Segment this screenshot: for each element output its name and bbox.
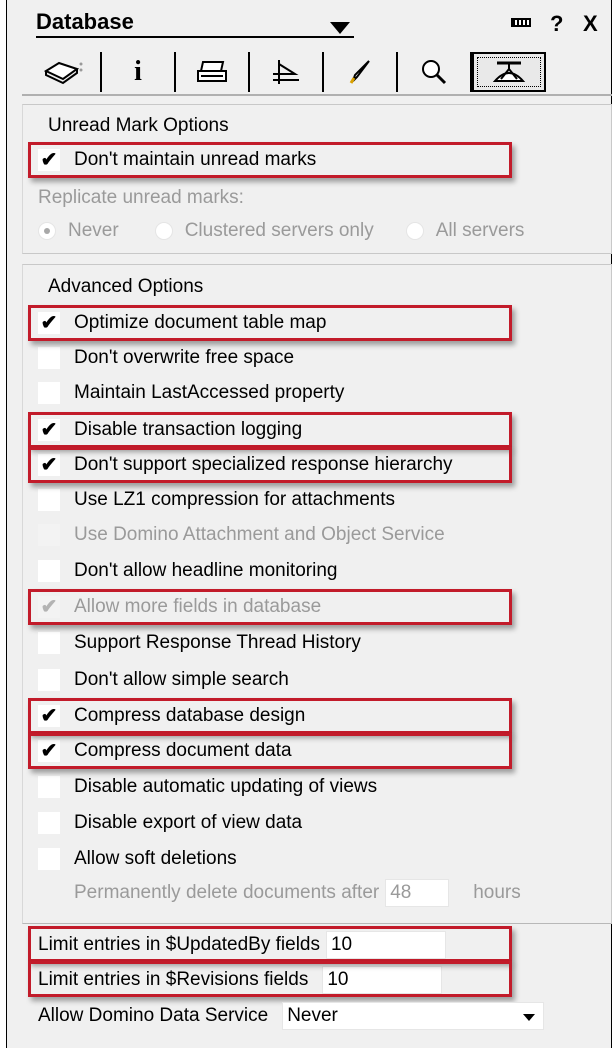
disable-view-updating-checkbox[interactable]: Disable automatic updating of views — [38, 774, 377, 800]
highlight-box — [28, 305, 512, 341]
response-thread-history-checkbox[interactable]: Support Response Thread History — [38, 630, 361, 656]
menu-bar-icon[interactable] — [511, 18, 531, 27]
replicate-unread-label: Replicate unread marks: — [38, 187, 244, 208]
highlight-box — [28, 698, 512, 734]
checkbox-unchecked[interactable] — [38, 848, 60, 870]
disable-view-export-checkbox[interactable]: Disable export of view data — [38, 810, 302, 836]
soft-delete-duration-row: Permanently delete documents after 48 ho… — [74, 879, 521, 907]
radio-all-servers[interactable] — [405, 222, 424, 240]
magnifier-icon — [422, 60, 447, 85]
radio-clustered[interactable] — [154, 222, 173, 240]
checkbox-unchecked[interactable] — [38, 560, 60, 582]
close-button[interactable]: X — [583, 12, 598, 36]
headline-monitoring-checkbox[interactable]: Don't allow headline monitoring — [38, 558, 337, 584]
soft-delete-prefix: Permanently delete documents after — [74, 882, 380, 903]
chevron-down-icon — [523, 1014, 536, 1021]
highlight-box — [28, 926, 512, 962]
title-bar: Database ? X — [22, 0, 612, 44]
lz1-compression-checkbox[interactable]: Use LZ1 compression for attachments — [38, 487, 395, 513]
highlight-box — [28, 733, 512, 769]
checkbox-unchecked[interactable] — [38, 776, 60, 798]
highlight-box — [28, 961, 512, 997]
checkbox-unchecked[interactable] — [38, 489, 60, 511]
highlight-box — [28, 412, 512, 448]
tab-strip: i — [22, 52, 610, 94]
highlight-box — [28, 589, 512, 625]
tab-full-text[interactable] — [398, 52, 472, 92]
tab-launch[interactable] — [324, 52, 398, 92]
highlight-box — [28, 142, 512, 178]
printer-icon — [197, 61, 227, 82]
dont-overwrite-free-space-checkbox[interactable]: Don't overwrite free space — [38, 345, 294, 371]
advanced-section-title: Advanced Options — [48, 276, 204, 297]
help-button[interactable]: ? — [550, 12, 563, 36]
soft-delete-suffix: hours — [473, 882, 521, 903]
domino-data-service-row: Allow Domino Data Service Never — [38, 1002, 545, 1030]
tab-divider — [22, 94, 612, 96]
radio-selected-dot — [44, 228, 50, 234]
checkbox-unchecked[interactable] — [38, 669, 60, 691]
dropdown-arrow-icon — [330, 22, 350, 34]
soft-delete-hours-field[interactable]: 48 — [385, 879, 450, 907]
unread-section-title: Unread Mark Options — [48, 115, 229, 136]
highlight-box — [28, 447, 512, 483]
panel-title: Database — [36, 9, 134, 34]
tab-print[interactable] — [176, 52, 250, 92]
maintain-last-accessed-checkbox[interactable]: Maintain LastAccessed property — [38, 380, 344, 406]
database-icon — [43, 61, 83, 85]
section-dropdown[interactable]: Database — [36, 8, 354, 38]
replicate-radio-group: Never Clustered servers only All servers — [38, 220, 524, 242]
design-icon — [273, 60, 299, 84]
domino-data-service-select[interactable]: Never — [282, 1002, 545, 1030]
radio-never[interactable] — [38, 222, 56, 240]
checkbox-unchecked[interactable] — [38, 347, 60, 369]
tab-design[interactable] — [250, 52, 324, 92]
rocket-icon — [349, 60, 370, 84]
tab-basics[interactable] — [28, 52, 102, 92]
domino-data-service-label: Allow Domino Data Service — [38, 1005, 269, 1026]
dont-allow-simple-search-checkbox[interactable]: Don't allow simple search — [38, 667, 289, 693]
checkbox-unchecked[interactable] — [38, 382, 60, 404]
checkbox-unchecked[interactable] — [38, 632, 60, 654]
propeller-hat-icon — [492, 61, 526, 82]
daos-checkbox[interactable]: Use Domino Attachment and Object Service — [38, 522, 445, 548]
checkbox-unchecked[interactable] — [38, 812, 60, 834]
allow-soft-deletions-checkbox[interactable]: Allow soft deletions — [38, 846, 237, 872]
tab-info[interactable]: i — [102, 52, 176, 92]
info-icon: i — [134, 56, 142, 87]
checkbox-disabled — [38, 524, 60, 546]
tab-advanced[interactable] — [472, 52, 546, 92]
